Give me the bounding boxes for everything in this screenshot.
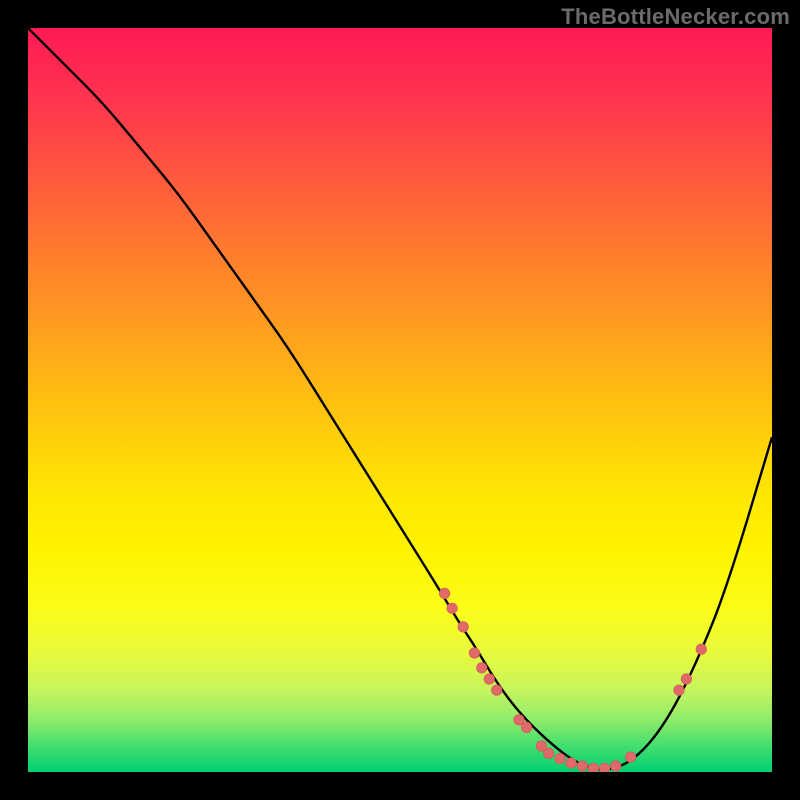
curve-marker bbox=[625, 752, 635, 762]
curve-marker bbox=[447, 603, 457, 613]
bottleneck-curve bbox=[28, 28, 772, 770]
curve-marker bbox=[696, 644, 706, 654]
curve-marker bbox=[484, 674, 494, 684]
curve-marker bbox=[469, 648, 479, 658]
chart-frame bbox=[28, 28, 772, 772]
curve-marker bbox=[611, 761, 621, 771]
curve-marker bbox=[588, 763, 598, 772]
curve-marker bbox=[599, 763, 609, 772]
curve-marker bbox=[555, 753, 565, 763]
curve-marker bbox=[458, 622, 468, 632]
curve-marker bbox=[566, 758, 576, 768]
curve-marker bbox=[521, 722, 531, 732]
chart-svg bbox=[28, 28, 772, 772]
curve-marker bbox=[577, 761, 587, 771]
curve-markers bbox=[439, 588, 706, 772]
curve-marker bbox=[477, 663, 487, 673]
watermark-text: TheBottleNecker.com bbox=[561, 4, 790, 30]
curve-marker bbox=[439, 588, 449, 598]
curve-marker bbox=[492, 685, 502, 695]
curve-marker bbox=[674, 685, 684, 695]
curve-marker bbox=[681, 674, 691, 684]
curve-marker bbox=[544, 748, 554, 758]
